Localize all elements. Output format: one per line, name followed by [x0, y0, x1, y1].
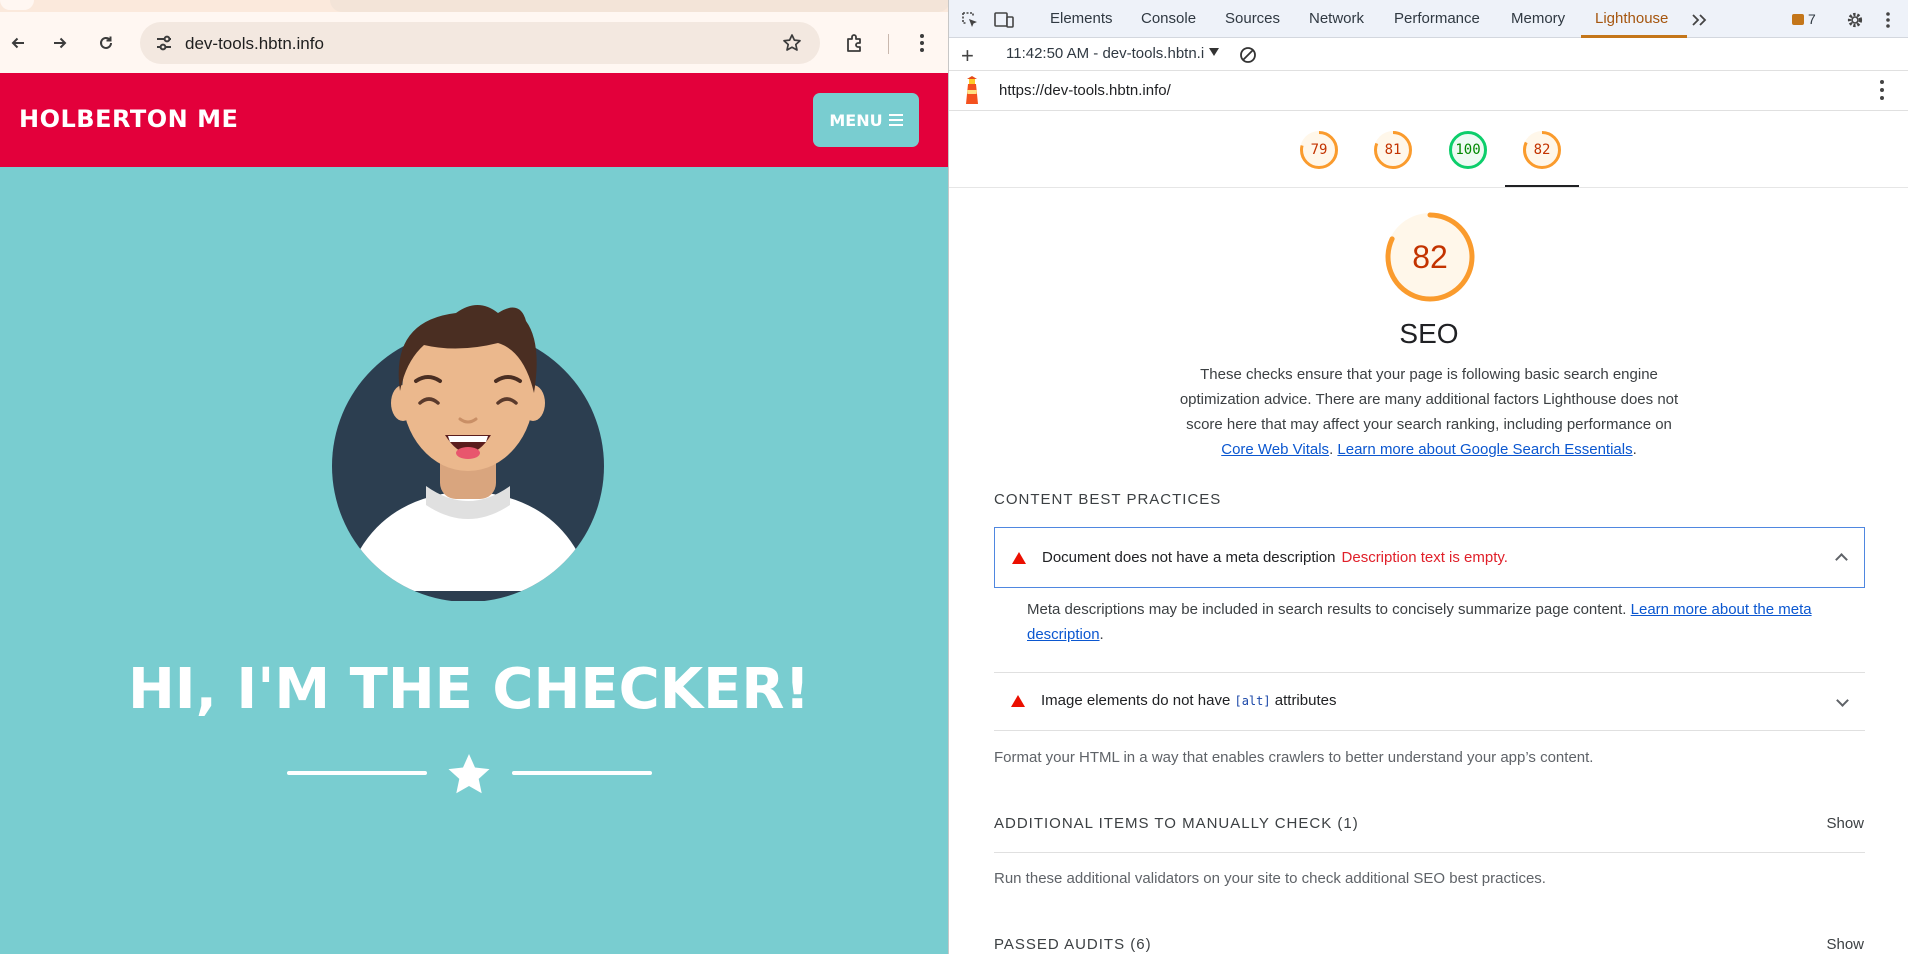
new-report-icon[interactable]: + [961, 43, 974, 69]
search-essentials-link[interactable]: Learn more about Google Search Essential… [1337, 441, 1632, 458]
audit-error: Description text is empty. [1341, 549, 1508, 566]
report-menu-icon[interactable] [1879, 80, 1885, 102]
gauge-score: 79 [1310, 142, 1328, 158]
divider [994, 852, 1865, 853]
group-description: Run these additional validators on your … [994, 870, 1546, 887]
tab-elements[interactable]: Elements [1050, 10, 1113, 27]
period: . [1632, 441, 1637, 458]
group-passed-audits[interactable]: PASSED AUDITS (6) [994, 936, 1152, 953]
audit-meta-description[interactable]: Document does not have a meta descriptio… [994, 527, 1865, 588]
kebab-menu-icon[interactable] [908, 29, 936, 57]
audit-description-text: Meta descriptions may be included in sea… [1027, 601, 1631, 618]
tab-edge [0, 0, 34, 10]
seo-score: 82 [1412, 239, 1448, 275]
issues-count: 7 [1808, 11, 1816, 27]
tab-lighthouse[interactable]: Lighthouse [1595, 10, 1668, 27]
fail-triangle-icon [1012, 552, 1026, 564]
show-manual-button[interactable]: Show [1826, 815, 1864, 832]
extensions-icon[interactable] [841, 29, 869, 57]
tab-sources[interactable]: Sources [1225, 10, 1280, 27]
site-header: HOLBERTON ME MENU [0, 73, 948, 167]
site-settings-icon[interactable] [150, 29, 178, 57]
report-selector[interactable]: 11:42:50 AM - dev-tools.hbtn.i [1006, 45, 1204, 62]
divider-line-right [512, 771, 652, 775]
audit-title: Document does not have a meta descriptio… [1042, 549, 1336, 566]
devtools-tabbar: Elements Console Sources Network Perform… [949, 0, 1908, 38]
browser-window: dev-tools.hbtn.info HOLBERTON ME MENU HI… [0, 0, 948, 954]
gauge-score: 82 [1533, 142, 1551, 158]
category-description: These checks ensure that your page is fo… [1171, 362, 1687, 462]
url-text[interactable]: dev-tools.hbtn.info [185, 34, 324, 54]
divider-line-left [287, 771, 427, 775]
group-manual-count: (1) [1337, 815, 1359, 832]
back-icon[interactable] [4, 29, 32, 57]
tab-performance[interactable]: Performance [1394, 10, 1480, 27]
group-content-best-practices: CONTENT BEST PRACTICES [994, 491, 1222, 508]
hero-title: HI, I'M THE CHECKER! [127, 657, 811, 722]
report-url-bar: https://dev-tools.hbtn.info/ [949, 71, 1908, 111]
audit-description: Meta descriptions may be included in sea… [1027, 597, 1847, 647]
hero-section: HI, I'M THE CHECKER! [0, 167, 948, 954]
tab-console[interactable]: Console [1141, 10, 1196, 27]
reload-icon[interactable] [92, 29, 120, 57]
group-manual-check[interactable]: ADDITIONAL ITEMS TO MANUALLY CHECK (1) [994, 815, 1359, 832]
avatar-illustration [332, 305, 604, 601]
score-gauges-row: 79 81 100 82 [949, 111, 1908, 188]
selected-gauge-indicator [1505, 185, 1579, 187]
star-icon [448, 754, 490, 794]
audit-code: [alt] [1234, 694, 1271, 708]
chevron-up-icon[interactable] [1835, 553, 1848, 566]
audit-title-part: attributes [1270, 692, 1337, 709]
gauge-accessibility[interactable]: 81 [1372, 129, 1414, 171]
seo-score-gauge: 82 [1383, 210, 1477, 304]
forward-icon[interactable] [46, 29, 74, 57]
browser-toolbar: dev-tools.hbtn.info [0, 12, 948, 73]
lighthouse-toolbar: + 11:42:50 AM - dev-tools.hbtn.i [949, 38, 1908, 71]
tab-strip [0, 0, 948, 12]
browser-tab[interactable] [330, 0, 948, 12]
device-toolbar-icon[interactable] [993, 9, 1015, 31]
group-manual-title: ADDITIONAL ITEMS TO MANUALLY CHECK [994, 815, 1333, 832]
group-passed-title: PASSED AUDITS [994, 936, 1126, 953]
issues-badge[interactable]: 7 [1792, 11, 1816, 27]
tab-memory[interactable]: Memory [1511, 10, 1565, 27]
more-tabs-icon[interactable] [1689, 9, 1711, 31]
chevron-down-icon[interactable] [1836, 694, 1849, 707]
gauge-performance[interactable]: 79 [1298, 129, 1340, 171]
inspect-element-icon[interactable] [959, 9, 981, 31]
devtools-panel: Elements Console Sources Network Perform… [948, 0, 1908, 954]
address-bar[interactable]: dev-tools.hbtn.info [140, 22, 820, 64]
devtools-kebab-icon[interactable] [1877, 9, 1899, 31]
toolbar-divider [888, 34, 889, 54]
core-web-vitals-link[interactable]: Core Web Vitals [1221, 441, 1329, 458]
lighthouse-logo-icon [966, 76, 978, 104]
issues-icon [1792, 13, 1804, 25]
menu-label: MENU [829, 110, 883, 130]
gauge-seo[interactable]: 82 [1521, 129, 1563, 171]
period: . [1099, 626, 1104, 643]
group-description: Format your HTML in a way that enables c… [994, 749, 1594, 766]
report-url: https://dev-tools.hbtn.info/ [999, 82, 1171, 99]
show-passed-button[interactable]: Show [1826, 936, 1864, 953]
group-passed-count: (6) [1130, 936, 1152, 953]
fail-triangle-icon [1011, 695, 1025, 707]
settings-gear-icon[interactable] [1844, 9, 1866, 31]
clear-icon[interactable] [1239, 46, 1257, 64]
gauge-score: 100 [1455, 142, 1481, 158]
tab-network[interactable]: Network [1309, 10, 1364, 27]
gauge-score: 81 [1384, 142, 1402, 158]
gauge-best-practices[interactable]: 100 [1447, 129, 1489, 171]
bookmark-star-icon[interactable] [778, 29, 806, 57]
site-logo[interactable]: HOLBERTON ME [19, 105, 238, 133]
audit-title-part: Image elements do not have [1041, 692, 1235, 709]
menu-button[interactable]: MENU [813, 93, 919, 147]
category-title: SEO [1399, 318, 1459, 349]
audit-image-alt[interactable]: Image elements do not have [alt] attribu… [994, 673, 1865, 731]
dropdown-caret-icon[interactable] [1209, 48, 1219, 56]
hamburger-icon [888, 114, 903, 126]
category-description-text: These checks ensure that your page is fo… [1179, 366, 1679, 433]
